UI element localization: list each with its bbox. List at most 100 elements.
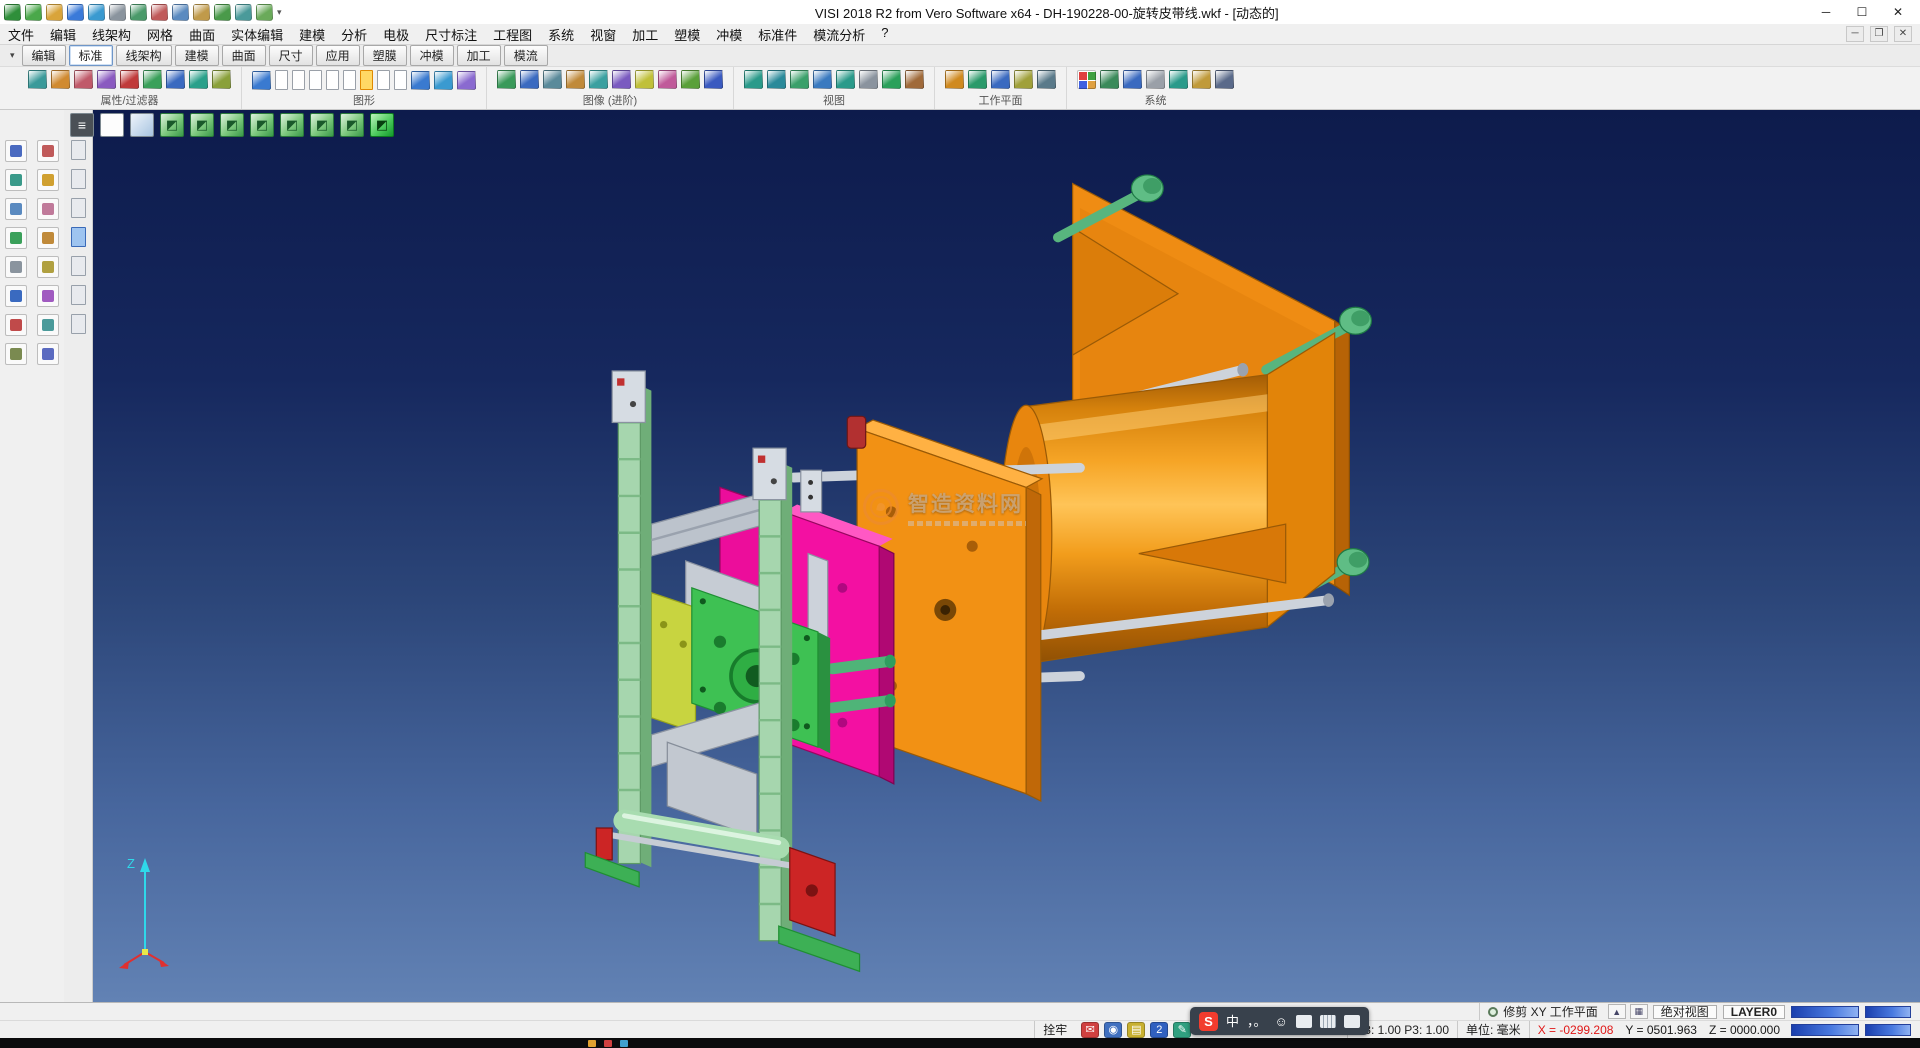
tab-建模[interactable]: 建模: [175, 45, 219, 66]
globe-icon[interactable]: [1100, 70, 1119, 89]
network-icon[interactable]: ◉: [1104, 1022, 1122, 1038]
layer-cell[interactable]: LAYER0: [1723, 1005, 1785, 1019]
texture-icon[interactable]: [589, 70, 608, 89]
edit-icon[interactable]: [37, 227, 59, 249]
ime-keyboard-icon[interactable]: [1320, 1015, 1336, 1028]
filter-icon[interactable]: [51, 70, 70, 89]
open-file-icon[interactable]: [46, 4, 63, 21]
workplane-xy-icon[interactable]: [945, 70, 964, 89]
doc-item-2[interactable]: [71, 169, 86, 189]
doc-item-3[interactable]: [71, 198, 86, 218]
snapshot-icon[interactable]: [658, 70, 677, 89]
graphics-slot-1-icon[interactable]: [275, 70, 288, 90]
pan-icon[interactable]: [790, 70, 809, 89]
menu-item-加工[interactable]: 加工: [624, 25, 666, 44]
tab-模流[interactable]: 模流: [504, 45, 548, 66]
graphics-slot-6-icon[interactable]: [377, 70, 390, 90]
ime-emoji-button[interactable]: ☺: [1275, 1015, 1288, 1028]
minimize-button[interactable]: ─: [1808, 1, 1844, 23]
view-cube-iso2-icon[interactable]: ◩: [370, 113, 394, 137]
menu-item-视窗[interactable]: 视窗: [582, 25, 624, 44]
hidden-line-icon[interactable]: [543, 70, 562, 89]
menu-item-模流分析[interactable]: 模流分析: [805, 25, 873, 44]
view-cube-bottom-icon[interactable]: ◩: [310, 113, 334, 137]
view-cube-back-icon[interactable]: ◩: [190, 113, 214, 137]
lighting-icon[interactable]: [635, 70, 654, 89]
tab-应用[interactable]: 应用: [316, 45, 360, 66]
sogou-logo-icon[interactable]: S: [1199, 1012, 1218, 1031]
mdi-restore-button[interactable]: ❐: [1870, 26, 1888, 42]
help-icon[interactable]: [37, 343, 59, 365]
view-cube-front-icon[interactable]: ◩: [160, 113, 184, 137]
section-view-icon[interactable]: [704, 70, 723, 89]
tab-冲模[interactable]: 冲模: [410, 45, 454, 66]
render-shaded-icon[interactable]: [497, 70, 516, 89]
badge-icon[interactable]: 2: [1150, 1022, 1168, 1038]
redo-icon[interactable]: [235, 4, 252, 21]
tab-曲面[interactable]: 曲面: [222, 45, 266, 66]
tab-尺寸[interactable]: 尺寸: [269, 45, 313, 66]
trim-icon[interactable]: [37, 140, 59, 162]
taskbar-icon-1[interactable]: [588, 1040, 596, 1047]
display-settings-icon[interactable]: [1123, 70, 1142, 89]
workplane-cell[interactable]: 修剪 XY 工作平面: [1479, 1003, 1605, 1020]
dimension-icon[interactable]: [5, 285, 27, 307]
ime-punct-toggle[interactable]: ，。: [1247, 1015, 1267, 1028]
workplane-rotate-icon[interactable]: [1014, 70, 1033, 89]
previous-view-icon[interactable]: [882, 70, 901, 89]
rotate-icon[interactable]: [5, 227, 27, 249]
menu-item-建模[interactable]: 建模: [291, 25, 333, 44]
menu-item-尺寸标注[interactable]: 尺寸标注: [417, 25, 485, 44]
cut-icon[interactable]: [151, 4, 168, 21]
macro-icon[interactable]: [1192, 70, 1211, 89]
iso-view-icon[interactable]: [859, 70, 878, 89]
tab-标准[interactable]: 标准: [69, 45, 113, 66]
graphics-slot-7-icon[interactable]: [394, 70, 407, 90]
flag-icon[interactable]: [5, 314, 27, 336]
copy-icon[interactable]: [172, 4, 189, 21]
color-select-icon[interactable]: [143, 70, 162, 89]
graphics-list-icon[interactable]: [252, 71, 271, 90]
ime-toolbar[interactable]: S 中 ，。 ☺: [1190, 1007, 1369, 1035]
print-icon[interactable]: [109, 4, 126, 21]
shadow-icon[interactable]: [566, 70, 585, 89]
grid-view-icon[interactable]: ▦: [1630, 1004, 1648, 1019]
paste-attributes-icon[interactable]: [212, 70, 231, 89]
select-icon[interactable]: [5, 140, 27, 162]
graphics-slot-active-icon[interactable]: [360, 70, 373, 90]
erase-attributes-icon[interactable]: [74, 70, 93, 89]
quick-access-more-icon[interactable]: ▾: [273, 7, 286, 18]
viewport-canvas[interactable]: 智造资料网 Z: [93, 110, 1920, 1002]
mdi-close-button[interactable]: ✕: [1894, 26, 1912, 42]
sketch-icon[interactable]: [37, 169, 59, 191]
paste-icon[interactable]: [193, 4, 210, 21]
notes-icon[interactable]: [37, 256, 59, 278]
layer-filter-icon[interactable]: [166, 70, 185, 89]
doc-item-1[interactable]: [71, 140, 86, 160]
undo-icon[interactable]: [214, 4, 231, 21]
layers-icon[interactable]: [37, 314, 59, 336]
zoom-fit-icon[interactable]: [744, 70, 763, 89]
zoom-window-icon[interactable]: [767, 70, 786, 89]
viewbar-shaded-icon[interactable]: [130, 113, 154, 137]
tab-线架构[interactable]: 线架构: [116, 45, 172, 66]
redraw-icon[interactable]: [905, 70, 924, 89]
lock-toggle[interactable]: 拴牢: [1034, 1021, 1075, 1038]
magnet-icon[interactable]: [97, 70, 116, 89]
workplane-3point-icon[interactable]: [991, 70, 1010, 89]
graphics-slot-4-icon[interactable]: [326, 70, 339, 90]
tab-塑膜[interactable]: 塑膜: [363, 45, 407, 66]
view-cube-right-icon[interactable]: ◩: [250, 113, 274, 137]
print-preview-icon[interactable]: [5, 256, 27, 278]
measure-icon[interactable]: [37, 285, 59, 307]
menu-item-电极[interactable]: 电极: [375, 25, 417, 44]
graphics-slot-3-icon[interactable]: [309, 70, 322, 90]
refresh-icon[interactable]: [256, 4, 273, 21]
close-button[interactable]: ✕: [1880, 1, 1916, 23]
graphics-view-icon[interactable]: [434, 71, 453, 90]
menu-item-曲面[interactable]: 曲面: [181, 25, 223, 44]
viewbar-wireframe-icon[interactable]: [100, 113, 124, 137]
ime-toolbox-icon[interactable]: [1344, 1015, 1360, 1028]
attributes-icon[interactable]: [28, 70, 47, 89]
workplane-reset-icon[interactable]: [1037, 70, 1056, 89]
